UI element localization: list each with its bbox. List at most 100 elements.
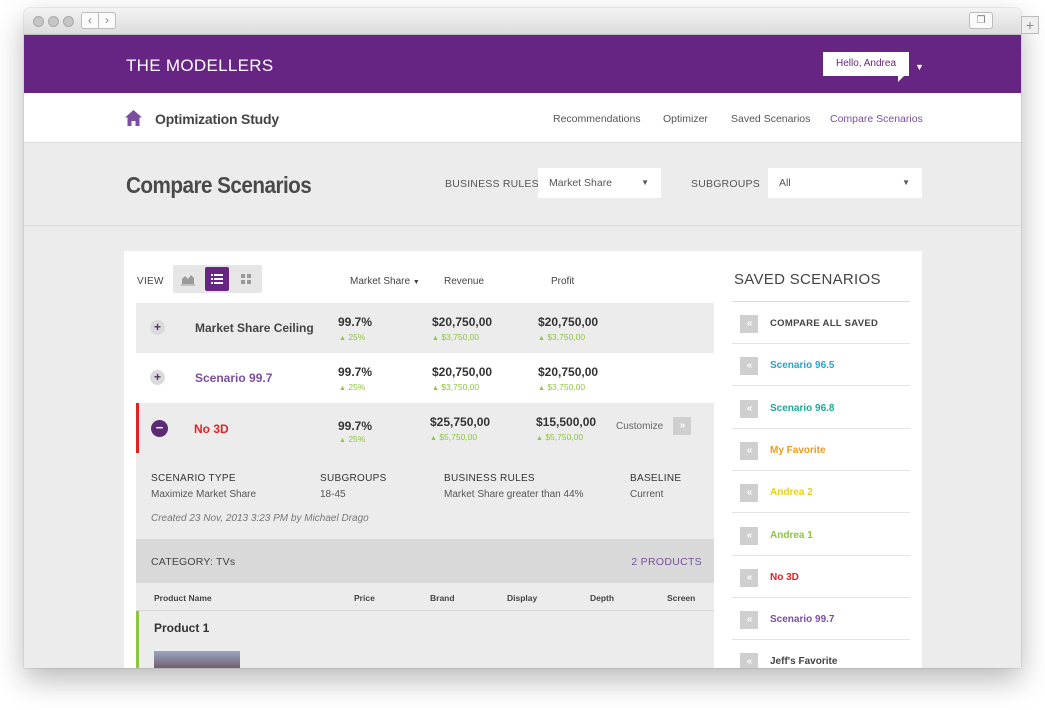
market-share-value: 99.7% (338, 365, 373, 379)
chevron-down-icon[interactable]: ▼ (915, 62, 924, 72)
double-chevron-left-icon[interactable]: « (740, 568, 758, 587)
customize-link[interactable]: Customize (616, 421, 663, 432)
study-title: Optimization Study (155, 111, 279, 127)
market-share-value: 99.7% (338, 419, 373, 433)
scenario-row-market-share-ceiling[interactable]: + Market Share Ceiling 99.7% ▲ 25% $20,7… (136, 303, 714, 353)
sub-navigation: Optimization Study Recommendations Optim… (24, 93, 1021, 143)
business-rules-select[interactable]: Market Share ▼ (538, 168, 661, 198)
column-revenue[interactable]: Revenue (444, 276, 484, 287)
close-window-dot[interactable] (33, 16, 44, 27)
double-chevron-left-icon[interactable]: « (740, 653, 758, 668)
business-rules-label: BUSINESS RULES (444, 473, 535, 484)
scenario-type-label: SCENARIO TYPE (151, 473, 236, 484)
column-market-share[interactable]: Market Share ▼ (350, 276, 420, 287)
market-share-delta: ▲ 25% (339, 434, 365, 444)
nav-saved-scenarios[interactable]: Saved Scenarios (731, 113, 810, 125)
product-thumbnail-image (154, 651, 240, 668)
new-tab-plus-icon[interactable]: + (1021, 16, 1039, 34)
saved-scenario-label: No 3D (770, 571, 799, 583)
forward-icon[interactable]: › (98, 12, 116, 29)
profit-delta: ▲ $3,750,00 (538, 382, 585, 392)
expand-plus-icon[interactable]: + (150, 320, 165, 335)
column-profit[interactable]: Profit (551, 276, 574, 287)
back-icon[interactable]: ‹ (81, 12, 99, 29)
saved-scenario-item[interactable]: « Andrea 2 (732, 471, 910, 514)
category-header: CATEGORY: TVs 2 PRODUCTS (136, 539, 714, 583)
business-rules-label: BUSINESS RULES (445, 178, 539, 190)
expand-plus-icon[interactable]: + (150, 370, 165, 385)
baseline-label: BASELINE (630, 473, 682, 484)
scenario-type-value: Maximize Market Share (151, 489, 257, 500)
column-market-share-label: Market Share (350, 276, 411, 287)
products-count-link[interactable]: 2 PRODUCTS (631, 556, 702, 568)
double-chevron-left-icon[interactable]: « (740, 441, 758, 460)
subgroups-label: SUBGROUPS (320, 473, 387, 484)
saved-scenario-item[interactable]: « Andrea 1 (732, 514, 910, 556)
market-share-delta: ▲ 25% (339, 332, 365, 342)
delta-value: 25% (348, 434, 366, 444)
profit-delta: ▲ $3,750,00 (538, 332, 585, 342)
revenue-value: $20,750,00 (432, 365, 493, 379)
minimize-window-dot[interactable] (48, 16, 59, 27)
restore-window-icon[interactable]: ❐ (969, 12, 993, 29)
saved-scenario-item[interactable]: « Scenario 96.5 (732, 344, 910, 387)
created-info: Created 23 Nov, 2013 3:23 PM by Michael … (151, 513, 369, 524)
double-chevron-left-icon[interactable]: « (740, 611, 758, 630)
double-chevron-left-icon[interactable]: « (740, 484, 758, 503)
list-icon (211, 274, 223, 284)
double-chevron-left-icon[interactable]: « (740, 399, 758, 418)
sort-desc-icon: ▼ (412, 279, 420, 286)
saved-scenarios-title: SAVED SCENARIOS (734, 271, 881, 288)
nav-recommendations[interactable]: Recommendations (553, 113, 641, 125)
saved-scenarios-sidebar: SAVED SCENARIOS « COMPARE ALL SAVED « Scena… (732, 251, 910, 668)
nav-optimizer[interactable]: Optimizer (663, 113, 708, 125)
business-rules-value: Market Share (549, 177, 613, 189)
col-display[interactable]: Display (507, 593, 537, 603)
double-chevron-left-icon[interactable]: « (740, 357, 758, 376)
scenario-details: SCENARIO TYPE Maximize Market Share SUBG… (136, 453, 714, 539)
saved-scenario-label: Jeff's Favorite (770, 656, 838, 668)
saved-scenario-label: Scenario 99.7 (770, 614, 835, 626)
col-depth[interactable]: Depth (590, 593, 614, 603)
chart-view-button[interactable] (176, 267, 200, 291)
delta-value: $3,750,00 (441, 382, 480, 392)
brand-logo[interactable]: THE MODELLERS (126, 56, 274, 76)
revenue-delta: ▲ $3,750,00 (432, 382, 479, 392)
business-rules-value: Market Share greater than 44% (444, 489, 584, 500)
saved-scenario-item[interactable]: « Scenario 99.7 (732, 598, 910, 641)
saved-scenario-item[interactable]: « Scenario 96.8 (732, 387, 910, 429)
col-brand[interactable]: Brand (430, 593, 455, 603)
up-arrow-icon: ▲ (536, 435, 543, 442)
nav-compare-scenarios[interactable]: Compare Scenarios (830, 113, 923, 125)
page-header: Compare Scenarios BUSINESS RULES Market … (24, 143, 1021, 226)
collapse-minus-icon[interactable]: − (151, 420, 168, 437)
user-greeting[interactable]: Hello, Andrea (823, 52, 909, 76)
grid-view-button[interactable] (234, 267, 258, 291)
double-chevron-right-icon[interactable]: » (673, 417, 691, 435)
zoom-window-dot[interactable] (63, 16, 74, 27)
home-icon[interactable] (124, 109, 143, 127)
browser-toolbar: ‹ › ❐ (24, 8, 1021, 35)
compare-all-saved-label: COMPARE ALL SAVED (770, 318, 879, 329)
list-view-button[interactable] (205, 267, 229, 291)
saved-scenario-label: Scenario 96.8 (770, 402, 835, 414)
saved-scenario-label: Andrea 2 (770, 487, 813, 499)
revenue-delta: ▲ $3,750,00 (432, 332, 479, 342)
scenario-row-scenario-99-7[interactable]: + Scenario 99.7 99.7% ▲ 25% $20,750,00 ▲… (136, 353, 714, 403)
scenario-row-no-3d[interactable]: − No 3D 99.7% ▲ 25% $25,750,00 ▲ $5,750,… (136, 403, 714, 453)
browser-window: ‹ › ❐ THE MODELLERS Hello, Andrea ▼ Opti… (24, 8, 1021, 668)
double-chevron-left-icon[interactable]: « (740, 315, 758, 333)
compare-all-saved-item[interactable]: « COMPARE ALL SAVED (732, 302, 910, 344)
speech-bubble-tail (898, 74, 906, 82)
subgroups-select[interactable]: All ▼ (768, 168, 922, 198)
saved-scenario-item[interactable]: « My Favorite (732, 429, 910, 471)
saved-scenario-item[interactable]: « Jeff's Favorite (732, 640, 910, 668)
col-price[interactable]: Price (354, 593, 375, 603)
profit-delta: ▲ $5,750,00 (536, 432, 583, 442)
comparison-panel: VIEW Market Share ▼ Revenue Profit + Mar… (124, 251, 922, 668)
double-chevron-left-icon[interactable]: « (740, 526, 758, 545)
col-screen[interactable]: Screen (667, 593, 695, 603)
product-row[interactable]: Product 1 (136, 611, 714, 668)
col-product-name[interactable]: Product Name (154, 593, 212, 603)
saved-scenario-item[interactable]: « No 3D (732, 556, 910, 598)
